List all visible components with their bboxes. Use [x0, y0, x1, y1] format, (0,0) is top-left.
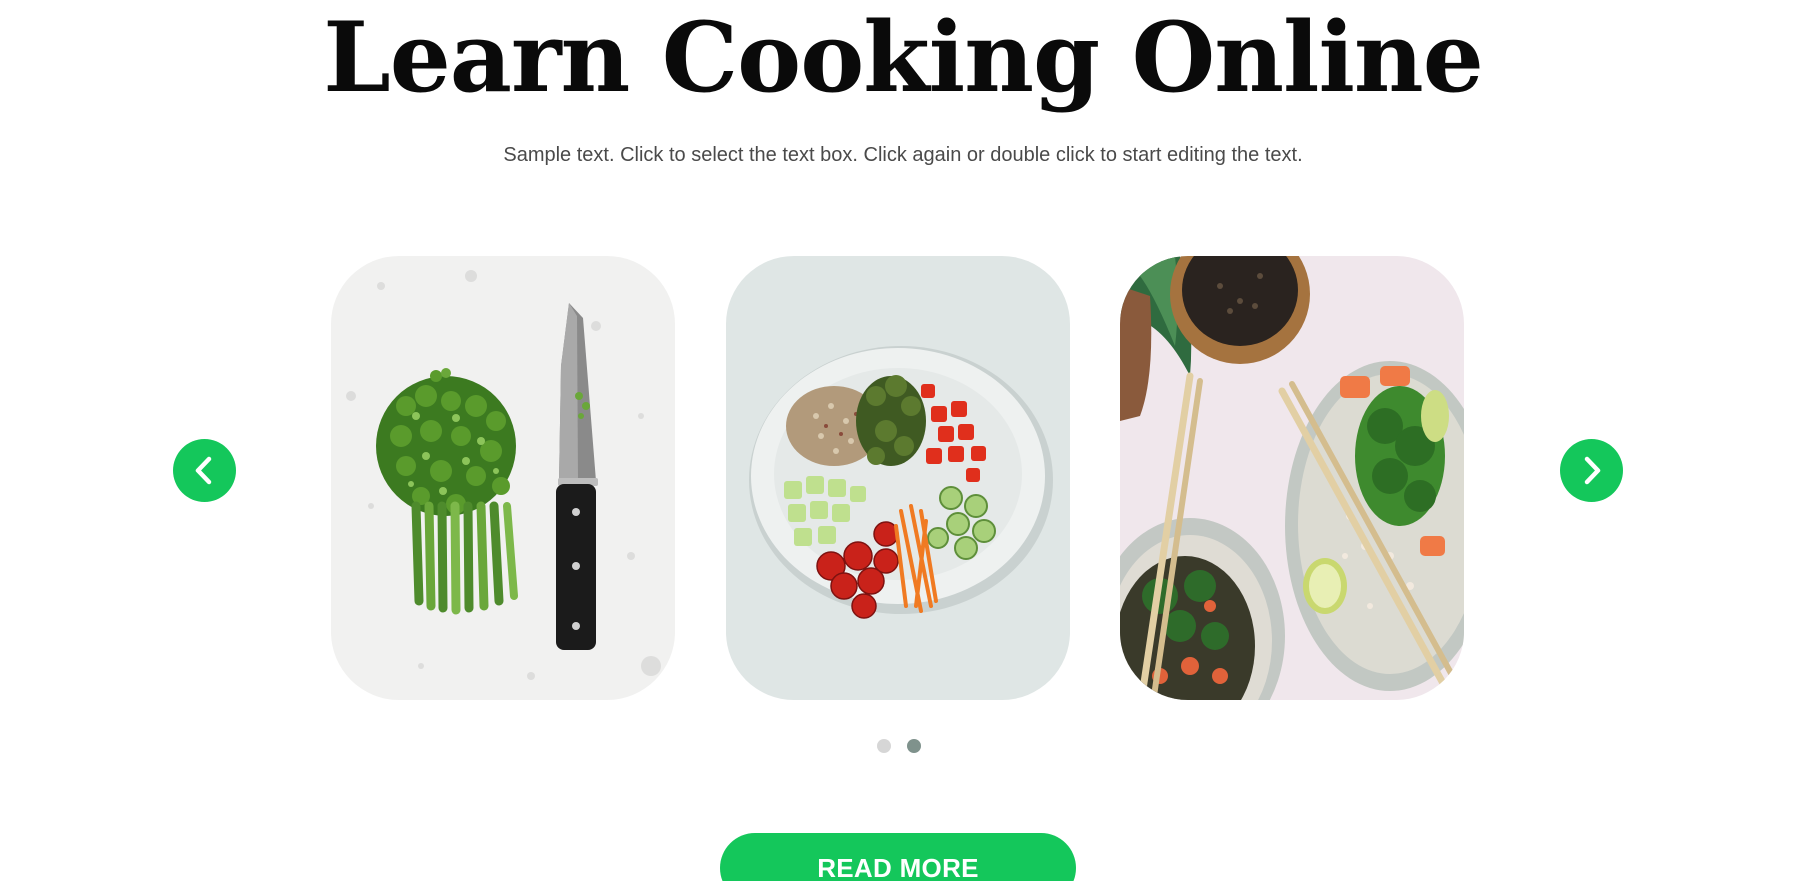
carousel-slide-1[interactable]: [331, 256, 675, 700]
read-more-button[interactable]: READ MORE: [720, 833, 1076, 881]
chevron-right-icon: [1584, 456, 1601, 485]
carousel-slide-3[interactable]: [1120, 256, 1464, 700]
chopped-green-onions-and-knife-photo: [331, 256, 675, 700]
page-subtitle: Sample text. Click to select the text bo…: [503, 144, 1303, 166]
carousel-indicator-2[interactable]: [907, 739, 921, 753]
carousel-slide-2[interactable]: [726, 256, 1070, 700]
page: Learn Cooking Online Sample text. Click …: [0, 0, 1806, 881]
chevron-left-icon: [195, 456, 212, 485]
carousel-indicators: [877, 739, 927, 753]
carousel-indicator-1[interactable]: [877, 739, 891, 753]
vegetable-and-quinoa-bowl-photo: [726, 256, 1070, 700]
salad-bowls-with-chopsticks-photo: [1120, 256, 1464, 700]
carousel-next-button[interactable]: [1560, 439, 1623, 502]
page-title: Learn Cooking Online: [323, 1, 1484, 114]
carousel-prev-button[interactable]: [173, 439, 236, 502]
